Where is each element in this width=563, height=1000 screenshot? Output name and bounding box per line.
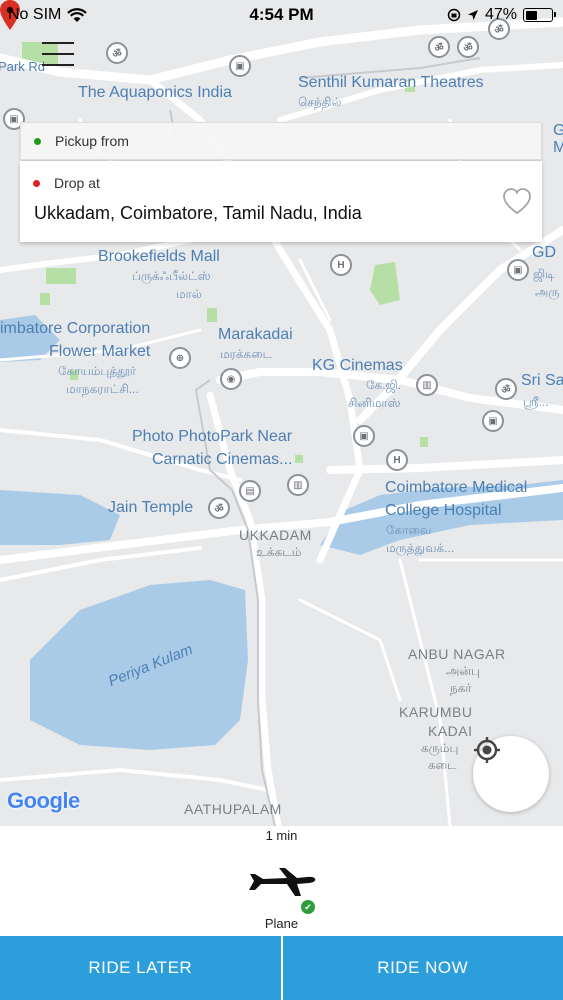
- google-logo: Google: [7, 788, 80, 814]
- map-label-anbu-ta2: நகர்: [450, 681, 472, 695]
- map-label-flower-ta2: மாநகராட்சி...: [66, 382, 139, 396]
- battery-percent: 47%: [484, 6, 517, 23]
- map-label-flower-ta1: கோயம்புத்தூர்: [58, 364, 137, 378]
- battery-level: [525, 10, 537, 20]
- map-label-ukkadam-ta: உக்கடம்: [256, 545, 302, 559]
- menu-button[interactable]: [42, 42, 74, 70]
- map-label-photo-park-1: Photo PhotoPark Near: [132, 428, 293, 445]
- eta-label: 1 min: [265, 828, 298, 843]
- map-label-medical-1: Coimbatore Medical: [385, 479, 528, 496]
- ride-now-button[interactable]: RIDE NOW: [280, 936, 563, 1000]
- school-icon[interactable]: ▣: [353, 425, 375, 447]
- map-label-gd-ta1: ஜிடி: [533, 267, 555, 281]
- map-label-m: M: [553, 139, 563, 156]
- map-label-marakadai: Marakadai: [218, 326, 293, 343]
- park: [207, 308, 217, 322]
- map-label-brookefields-ta2: மால்: [176, 287, 202, 301]
- map-label-marakadai-ta: மரக்கடை: [220, 347, 273, 361]
- battery-icon: [523, 8, 556, 22]
- park: [295, 455, 303, 463]
- temple-icon[interactable]: ॐ: [106, 42, 128, 64]
- map-label-sri-ta: ஸ்ரீ...: [523, 395, 549, 409]
- crosshair-icon: [474, 737, 500, 763]
- temple-icon[interactable]: ॐ: [495, 378, 517, 400]
- map-label-park-rd: Park Rd: [0, 59, 45, 74]
- map-label-photo-park-2: Carnatic Cinemas...: [152, 451, 293, 468]
- map-label-kg-ta1: கே.ஜி.: [366, 378, 402, 392]
- school-icon[interactable]: ▣: [482, 410, 504, 432]
- my-location-button[interactable]: [473, 736, 549, 812]
- orientation-lock-icon: [447, 8, 461, 22]
- map-label-ukkadam: UKKADAM: [239, 527, 312, 543]
- map-label-jain-temple: Jain Temple: [108, 499, 194, 516]
- map-label-sri: Sri Sa: [521, 372, 563, 389]
- map-label-medical-2: College Hospital: [385, 502, 502, 519]
- hamburger-line: [42, 53, 74, 55]
- pickup-label: Pickup from: [55, 133, 129, 149]
- drop-dot-icon: [33, 179, 40, 187]
- park: [420, 437, 428, 447]
- shopping-cart-icon[interactable]: ⊕: [169, 347, 191, 369]
- status-right: 47%: [447, 6, 556, 24]
- map-label-kg-cinemas: KG Cinemas: [312, 357, 403, 374]
- map-label-karumbu: KARUMBU: [399, 704, 473, 720]
- hospital-icon[interactable]: H: [386, 449, 408, 471]
- drop-address: Ukkadam, Coimbatore, Tamil Nadu, India: [34, 203, 362, 223]
- pickup-dot-icon: [34, 137, 41, 145]
- map-label-kadai: KADAI: [428, 723, 473, 739]
- camera-icon[interactable]: ◉: [220, 368, 242, 390]
- park: [46, 268, 76, 284]
- map-label-medical-ta1: கோவை: [386, 523, 432, 537]
- plane-icon[interactable]: [247, 866, 317, 898]
- map-label-gd-ta2: அரு: [535, 285, 560, 299]
- map-label-anbu-nagar: ANBU NAGAR: [408, 646, 506, 662]
- map-label-gd: GD: [532, 244, 556, 261]
- map-label-brookefields-ta1: ப்ருக்ஃபீல்ட்ஸ்: [132, 269, 211, 283]
- drop-field[interactable]: Drop at Ukkadam, Coimbatore, Tamil Nadu,…: [20, 161, 542, 242]
- map-label-kg-ta2: சினிமாஸ்: [348, 396, 401, 410]
- cinema-icon[interactable]: ▥: [416, 374, 438, 396]
- map-label-corporation: imbatore Corporation: [0, 320, 151, 337]
- vehicle-panel: 1 min ✔ Plane: [0, 826, 563, 936]
- selected-check-icon: ✔: [301, 900, 315, 914]
- map-label-aquaponics: The Aquaponics India: [78, 84, 232, 101]
- pickup-field[interactable]: Pickup from: [20, 122, 542, 160]
- drop-header: Drop at: [20, 175, 100, 191]
- park: [40, 293, 50, 305]
- temple-icon[interactable]: ॐ: [457, 36, 479, 58]
- bus-icon[interactable]: ▤: [239, 480, 261, 502]
- cinema-icon[interactable]: ▥: [287, 474, 309, 496]
- ride-later-button[interactable]: RIDE LATER: [0, 936, 281, 1000]
- hamburger-line: [42, 64, 74, 66]
- map-label-karumbu-ta2: கடை: [428, 758, 457, 772]
- school-icon[interactable]: ▣: [507, 259, 529, 281]
- drop-label: Drop at: [54, 175, 100, 191]
- map-label-anbu-ta1: அன்பு: [446, 664, 480, 678]
- map-label-brookefields: Brookefields Mall: [98, 248, 220, 265]
- map-label-flower-market: Flower Market: [49, 343, 151, 360]
- google-logo-text: Google: [7, 788, 80, 813]
- water-body: [0, 490, 120, 545]
- map-label-senthil-ta: செந்தில்: [298, 95, 342, 109]
- temple-icon[interactable]: ॐ: [428, 36, 450, 58]
- school-icon[interactable]: ▣: [229, 55, 251, 77]
- map-label-senthil: Senthil Kumaran Theatres: [298, 74, 484, 91]
- action-bar: RIDE LATER RIDE NOW: [0, 936, 563, 1000]
- hospital-icon[interactable]: H: [330, 254, 352, 276]
- map-label-medical-ta2: மருத்துவக்...: [386, 541, 455, 555]
- map-label-aathupalam: AATHUPALAM: [184, 801, 282, 817]
- park: [370, 262, 400, 305]
- map-label-karumbu-ta1: கரும்பு: [421, 741, 459, 755]
- temple-icon[interactable]: ॐ: [208, 497, 230, 519]
- vehicle-name: Plane: [264, 916, 299, 931]
- favorite-heart-icon[interactable]: [502, 187, 532, 215]
- status-bar: No SIM 4:54 PM 47%: [0, 0, 563, 30]
- hamburger-line: [42, 42, 74, 44]
- location-arrow-icon: [467, 10, 478, 20]
